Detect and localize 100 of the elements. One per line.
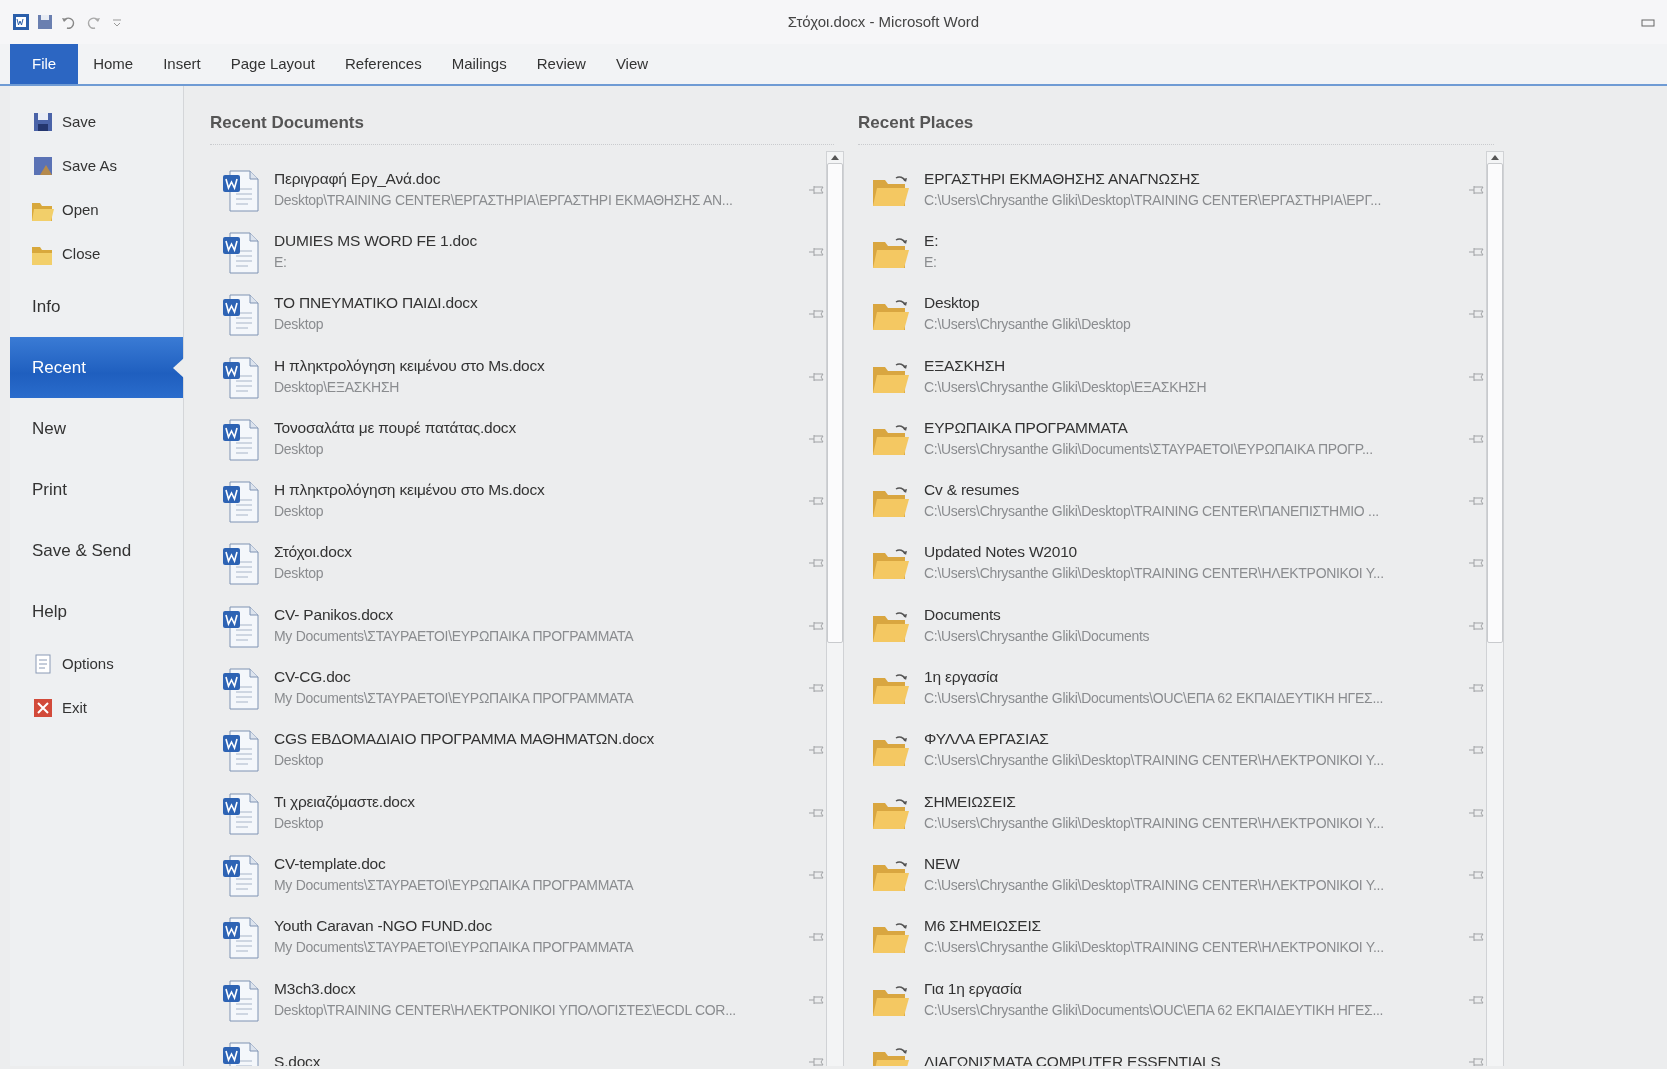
pin-icon <box>808 495 826 508</box>
recent-place-item[interactable]: Cv & resumes C:\Users\Chrysanthe Gliki\Desktop\TRAINING CENTER\ΠΑΝΕΠΙΣΤΗΜΙΟ ... <box>858 470 1486 533</box>
place-name: Documents <box>924 604 1002 625</box>
recent-document-item[interactable]: CV-CG.doc My Documents\ΣΤΑΥΡΑΕΤΟΙ\ΕΥΡΩΠΑΙΚΑ ΠΡΟΓΡΑΜΜΑΤΑ <box>210 656 826 720</box>
recent-place-item[interactable]: ΕΥΡΩΠΑΙΚΑ ΠΡΟΓΡΑΜΜΑΤΑ C:\Users\Chrysanthe Gliki\Documents\ΣΤΑΥΡΑΕΤΟΙ\ΕΥΡΩΠΑΙΚΑ ΠΡΟΓΡ... <box>858 407 1486 470</box>
backstage-menu-item[interactable]: Exit <box>10 686 183 730</box>
recent-place-item[interactable]: 1η εργασία C:\Users\Chrysanthe Gliki\Documents\OUC\ΕΠΑ 62 ΕΚΠΑΙΔΕΥΤΙΚΗ ΗΓΕΣ... <box>858 656 1486 720</box>
backstage-menu-item[interactable]: New <box>10 398 183 459</box>
recent-place-item[interactable]: Updated Notes W2010 C:\Users\Chrysanthe Gliki\Desktop\TRAINING CENTER\ΗΛΕΚΤΡΟΝΙΚΟΙ Υ... <box>858 532 1486 595</box>
recent-place-item[interactable]: ΔΙΑΓΩΝΙΣΜΑΤΑ COMPUTER ESSENTIALS <box>858 1030 1486 1066</box>
folder-path: C:\Users\Chrysanthe Gliki\Desktop\TRAINING CENTER\ΗΛΕΚΤΡΟΝΙΚΟΙ Υ... <box>924 751 1385 771</box>
recent-place-item[interactable]: Documents C:\Users\Chrysanthe Gliki\Documents <box>858 594 1486 657</box>
recent-document-item[interactable]: Η πληκτρολόγηση κειμένου στο Ms.docx Desktop <box>210 470 826 533</box>
recent-place-item[interactable]: E: E: <box>858 220 1486 284</box>
pin-icon <box>808 744 826 757</box>
folder-path: C:\Users\Chrysanthe Gliki\Desktop\TRAINING CENTER\ΗΛΕΚΤΡΟΝΙΚΟΙ Υ... <box>924 813 1385 833</box>
folder-path: C:\Users\Chrysanthe Gliki\Desktop\TRAINING CENTER\ΗΛΕΚΤΡΟΝΙΚΟΙ Υ... <box>924 564 1385 584</box>
file-name: Η πληκτρολόγηση κειμένου στο Ms.docx <box>274 480 546 501</box>
file-name: CV- Panikos.docx <box>274 604 395 625</box>
recent-document-item[interactable]: Περιγραφή Εργ_Ανά.doc Desktop\TRAINING CENTER\ΕΡΓΑΣΤΗΡΙΑ\ΕΡΓΑΣΤΗΡΙ ΕΚΜΑΘΗΣΗΣ ΑΝ... <box>210 158 826 221</box>
place-name: ΕΞΑΣΚΗΣΗ <box>924 355 1007 376</box>
ribbon-tab[interactable]: References <box>329 44 437 84</box>
recent-place-item[interactable]: NEW C:\Users\Chrysanthe Gliki\Desktop\TRAINING CENTER\ΗΛΕΚΤΡΟΝΙΚΟΙ Υ... <box>858 843 1486 907</box>
pin-icon <box>808 432 826 445</box>
file-name: DUMIES MS WORD FE 1.doc <box>274 230 478 251</box>
scrollbar-thumb[interactable] <box>827 162 843 643</box>
backstage-menu-item[interactable]: Help <box>10 581 183 642</box>
recent-place-item[interactable]: Desktop C:\Users\Chrysanthe Gliki\Desktop <box>858 283 1486 346</box>
document-icon <box>32 653 54 675</box>
file-name: Η πληκτρολόγηση κειμένου στο Ms.docx <box>274 355 546 376</box>
ribbon-tab[interactable]: Insert <box>148 44 216 84</box>
backstage-menu-item[interactable]: Print <box>10 459 183 520</box>
place-name: ΕΡΓΑΣΤΗΡΙ ΕΚΜΑΘΗΣΗΣ ΑΝΑΓΝΩΣΗΣ <box>924 168 1201 189</box>
ribbon-tab[interactable]: Review <box>521 44 601 84</box>
place-name: M6 ΣΗΜΕΙΩΣΕΙΣ <box>924 916 1042 937</box>
recent-document-item[interactable]: CV- Panikos.docx My Documents\ΣΤΑΥΡΑΕΤΟΙ\ΕΥΡΩΠΑΙΚΑ ΠΡΟΓΡΑΜΜΑΤΑ <box>210 594 826 657</box>
recent-place-item[interactable]: ΣΗΜΕΙΩΣΕΙΣ C:\Users\Chrysanthe Gliki\Desktop\TRAINING CENTER\ΗΛΕΚΤΡΟΝΙΚΟΙ Υ... <box>858 781 1486 844</box>
backstage-menu-item[interactable]: Save & Send <box>10 520 183 581</box>
file-name: Youth Caravan -NGO FUND.doc <box>274 916 493 937</box>
pin-icon <box>1468 432 1486 445</box>
close-icon <box>32 697 54 719</box>
word-logo-button[interactable] <box>12 13 30 31</box>
recent-place-item[interactable]: M6 ΣΗΜΕΙΩΣΕΙΣ C:\Users\Chrysanthe Gliki\Desktop\TRAINING CENTER\ΗΛΕΚΤΡΟΝΙΚΟΙ Υ... <box>858 906 1486 969</box>
pin-icon <box>1468 744 1486 757</box>
recent-place-item[interactable]: ΕΡΓΑΣΤΗΡΙ ΕΚΜΑΘΗΣΗΣ ΑΝΑΓΝΩΣΗΣ C:\Users\Chrysanthe Gliki\Desktop\TRAINING CENTER\ΕΡΓΑΣΤΗΡΙΑ\ΕΡΓ... <box>858 158 1486 221</box>
backstage-menu-item[interactable]: Recent <box>10 337 183 398</box>
pin-icon <box>1468 557 1486 570</box>
pin-icon <box>1468 868 1486 881</box>
scrollbar[interactable] <box>826 150 844 1066</box>
backstage-menu-item[interactable]: Options <box>10 642 183 686</box>
file-path: Desktop <box>274 564 325 584</box>
scrollbar-thumb[interactable] <box>1487 162 1503 643</box>
backstage-menu-item[interactable]: Open <box>10 188 183 232</box>
recent-document-item[interactable]: CGS ΕΒΔΟΜΑΔΙΑΙΟ ΠΡΟΓΡΑΜΜΑ ΜΑΘΗΜΑΤΩΝ.docx Desktop <box>210 719 826 782</box>
ribbon-tab[interactable]: View <box>600 44 664 84</box>
file-path: Desktop <box>274 439 325 459</box>
scrollbar[interactable] <box>1486 150 1504 1066</box>
file-path: Desktop\TRAINING CENTER\ΗΛΕΚΤΡΟΝΙΚΟΙ ΥΠΟΛΟΓΙΣΤΕΣ\ECDL COR... <box>274 1000 737 1020</box>
backstage-menu-item[interactable]: Close <box>10 232 183 276</box>
recent-document-item[interactable]: Η πληκτρολόγηση κειμένου στο Ms.docx Desktop\ΕΞΑΣΚΗΣΗ <box>210 345 826 408</box>
recent-document-item[interactable]: Στόχοι.docx Desktop <box>210 532 826 595</box>
ribbon-tab[interactable]: File <box>10 44 79 84</box>
recent-place-item[interactable]: ΦΥΛΛΑ ΕΡΓΑΣΙΑΣ C:\Users\Chrysanthe Gliki\Desktop\TRAINING CENTER\ΗΛΕΚΤΡΟΝΙΚΟΙ Υ... <box>858 719 1486 782</box>
folder-path: C:\Users\Chrysanthe Gliki\Documents\OUC\ΕΠΑ 62 ΕΚΠΑΙΔΕΥΤΙΚΗ ΗΓΕΣ... <box>924 689 1385 708</box>
backstage-menu-item[interactable]: Info <box>10 276 183 337</box>
place-name: ΔΙΑΓΩΝΙΣΜΑΤΑ COMPUTER ESSENTIALS <box>924 1051 1222 1066</box>
place-name: 1η εργασία <box>924 667 999 687</box>
ribbon-tab[interactable]: Mailings <box>436 44 522 84</box>
ribbon-tab[interactable]: Home <box>78 44 149 84</box>
place-name: Updated Notes W2010 <box>924 542 1079 563</box>
recent-document-item[interactable]: ΤΟ ΠΝΕΥΜΑΤΙΚΟ ΠΑΙΔΙ.docx Desktop <box>210 283 826 346</box>
ribbon-tab[interactable]: Page Layout <box>215 44 330 84</box>
folder-path: C:\Users\Chrysanthe Gliki\Desktop <box>924 315 1132 335</box>
word-logo-icon <box>12 13 30 31</box>
recent-document-item[interactable]: Τονοσαλάτα με πουρέ πατάτας.docx Desktop <box>210 407 826 470</box>
file-name: CV-template.doc <box>274 853 387 874</box>
backstage-menu-item[interactable]: Save As <box>10 144 183 188</box>
recent-document-item[interactable]: Τι χρειαζόμαστε.docx Desktop <box>210 781 826 844</box>
save-button[interactable] <box>36 13 54 31</box>
pin-icon <box>1468 682 1486 694</box>
pin-icon <box>1468 1055 1486 1066</box>
pin-icon <box>1468 806 1486 819</box>
file-path: Desktop\ΕΞΑΣΚΗΣΗ <box>274 377 401 397</box>
recent-document-item[interactable]: CV-template.doc My Documents\ΣΤΑΥΡΑΕΤΟΙ\ΕΥΡΩΠΑΙΚΑ ΠΡΟΓΡΑΜΜΑΤΑ <box>210 843 826 907</box>
pin-icon <box>808 1055 826 1066</box>
recent-document-item[interactable]: DUMIES MS WORD FE 1.doc E: <box>210 220 826 284</box>
pin-icon <box>808 245 826 258</box>
pin-icon <box>808 931 826 944</box>
pin-icon <box>808 868 826 881</box>
word-document-icon <box>222 291 260 338</box>
place-name: ΦΥΛΛΑ ΕΡΓΑΣΙΑΣ <box>924 729 1050 750</box>
file-name: M3ch3.docx <box>274 978 357 999</box>
recent-document-item[interactable]: Youth Caravan -NGO FUND.doc My Documents\ΣΤΑΥΡΑΕΤΟΙ\ΕΥΡΩΠΑΙΚΑ ΠΡΟΓΡΑΜΜΑΤΑ <box>210 906 826 969</box>
pin-icon <box>1468 993 1486 1006</box>
backstage-menu-item[interactable]: Save <box>10 100 183 144</box>
place-name: Cv & resumes <box>924 480 1020 501</box>
recent-place-item[interactable]: Για 1η εργασία C:\Users\Chrysanthe Gliki\Documents\OUC\ΕΠΑ 62 ΕΚΠΑΙΔΕΥΤΙΚΗ ΗΓΕΣ... <box>858 968 1486 1031</box>
pin-icon <box>808 619 826 632</box>
recent-place-item[interactable]: ΕΞΑΣΚΗΣΗ C:\Users\Chrysanthe Gliki\Desktop\ΕΞΑΣΚΗΣΗ <box>858 345 1486 408</box>
recent-document-item[interactable]: M3ch3.docx Desktop\TRAINING CENTER\ΗΛΕΚΤΡΟΝΙΚΟΙ ΥΠΟΛΟΓΙΣΤΕΣ\ECDL COR... <box>210 968 826 1031</box>
